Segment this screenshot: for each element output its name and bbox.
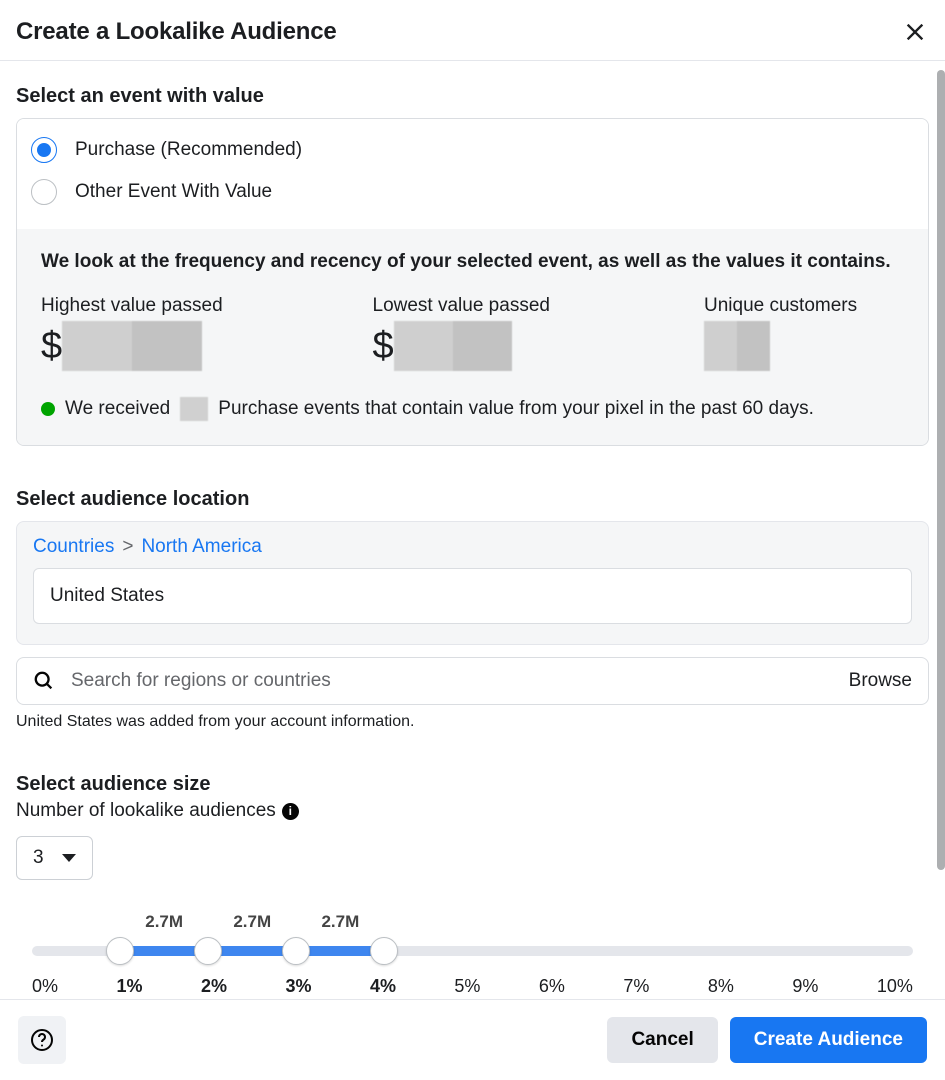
dialog-content: Select an event with value Purchase (Rec… [0,61,945,1080]
lookalike-dialog: Create a Lookalike Audience Select an ev… [0,0,945,1080]
redacted-value [394,321,512,371]
stat-unique: Unique customers [704,295,904,371]
stat-highest: Highest value passed $ [41,295,373,371]
radio-input[interactable] [31,137,57,163]
tick: 0% [32,976,58,997]
radio-purchase[interactable]: Purchase (Recommended) [31,137,914,163]
slider-value-labels: 2.7M 2.7M 2.7M [32,912,913,934]
cancel-button[interactable]: Cancel [607,1017,717,1063]
stat-lowest: Lowest value passed $ [373,295,705,371]
radio-label: Purchase (Recommended) [75,139,302,161]
breadcrumb-region[interactable]: North America [141,536,261,558]
close-button[interactable] [901,18,929,46]
event-message: We received Purchase events that contain… [41,397,904,421]
radio-label: Other Event With Value [75,181,272,203]
location-helper: United States was added from your accoun… [16,713,929,731]
tick: 6% [539,976,565,997]
location-selected[interactable]: United States [33,568,912,624]
caret-down-icon [62,854,76,862]
slider-fill [120,946,384,956]
tick: 4% [370,976,396,997]
slider-track[interactable] [32,946,913,956]
location-breadcrumb: Countries > North America [33,536,912,558]
slider-ticks: 0% 1% 2% 3% 4% 5% 6% 7% 8% 9% 10% [32,976,913,997]
location-search[interactable]: Browse [16,657,929,705]
dialog-header: Create a Lookalike Audience [0,0,945,61]
slider-handle-3[interactable] [282,937,310,965]
event-card: Purchase (Recommended) Other Event With … [16,118,929,446]
tick: 9% [792,976,818,997]
redacted-value [704,321,770,371]
redacted-count [180,397,208,421]
tick: 5% [454,976,480,997]
radio-other-event[interactable]: Other Event With Value [31,179,914,205]
help-button[interactable] [18,1016,66,1064]
stat-label: Unique customers [704,295,904,317]
location-search-input[interactable] [71,670,833,692]
msg-before: We received [65,398,170,420]
size-section-title: Select audience size [16,773,929,796]
x-icon [904,21,926,43]
info-icon[interactable]: i [282,803,299,820]
scrollbar[interactable] [937,70,945,870]
breadcrumb-separator: > [122,536,133,558]
handle-label-1: 2.7M [145,912,183,932]
stat-label: Highest value passed [41,295,373,317]
event-stats-panel: We look at the frequency and recency of … [17,229,928,445]
slider-handle-1[interactable] [106,937,134,965]
location-card: Countries > North America United States [16,521,929,645]
dollar-icon: $ [373,325,394,368]
handle-label-3: 2.7M [321,912,359,932]
stats-intro: We look at the frequency and recency of … [41,251,904,273]
tick: 7% [623,976,649,997]
breadcrumb-countries[interactable]: Countries [33,536,114,558]
tick: 10% [877,976,913,997]
slider-handle-4[interactable] [370,937,398,965]
stat-value: $ [41,321,373,371]
event-choices: Purchase (Recommended) Other Event With … [17,119,928,229]
tick: 1% [116,976,142,997]
dialog-title: Create a Lookalike Audience [16,18,337,46]
location-section-title: Select audience location [16,488,929,511]
stat-value [704,321,904,371]
msg-after: Purchase events that contain value from … [218,398,814,420]
redacted-value [62,321,202,371]
stat-value: $ [373,321,705,371]
radio-input[interactable] [31,179,57,205]
select-value: 3 [33,847,44,869]
lookalike-count-select[interactable]: 3 [16,836,93,880]
size-slider: 2.7M 2.7M 2.7M 0% 1% 2% 3% 4% 5% 6% 7% [16,912,929,997]
create-audience-button[interactable]: Create Audience [730,1017,927,1063]
tick: 2% [201,976,227,997]
dollar-icon: $ [41,325,62,368]
lookalike-count-label: Number of lookalike audiences i [16,800,929,822]
tick: 3% [285,976,311,997]
event-section-title: Select an event with value [16,85,929,108]
handle-label-2: 2.7M [233,912,271,932]
search-icon [33,670,55,692]
slider-handle-2[interactable] [194,937,222,965]
stat-label: Lowest value passed [373,295,705,317]
browse-link[interactable]: Browse [849,670,912,692]
tick: 8% [708,976,734,997]
stats-row: Highest value passed $ Lowest value pass… [41,295,904,371]
help-icon [30,1028,54,1052]
status-dot-icon [41,402,55,416]
dialog-footer: Cancel Create Audience [0,999,945,1080]
